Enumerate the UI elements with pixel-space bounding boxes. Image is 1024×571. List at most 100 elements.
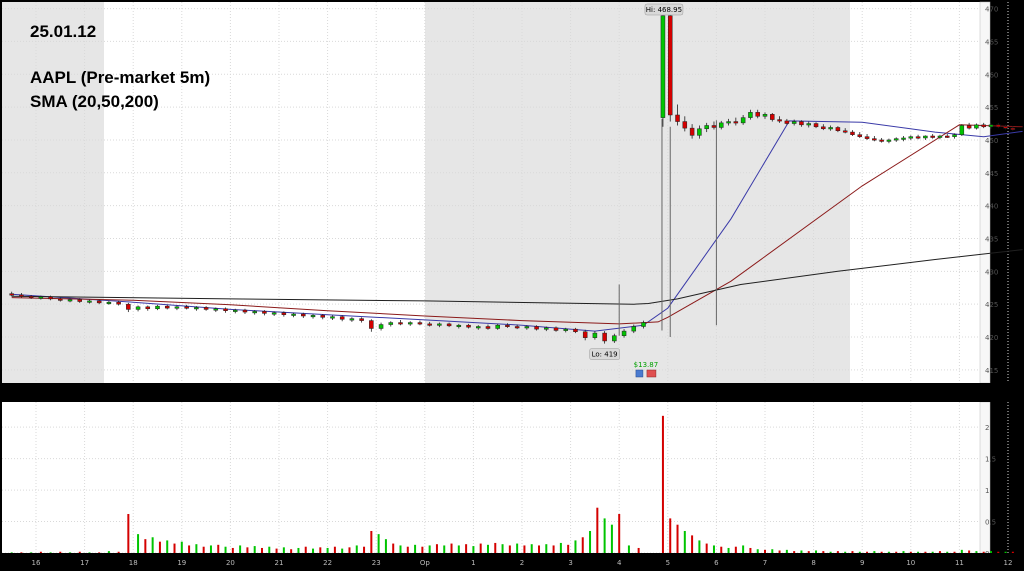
volume-bar <box>530 544 533 553</box>
volume-bar <box>166 540 169 553</box>
volume-bar <box>30 552 33 553</box>
volume-bar <box>304 546 307 553</box>
candle-body <box>842 130 848 133</box>
volume-bar <box>574 540 577 553</box>
volume-bar <box>144 539 147 553</box>
candle-body <box>38 296 44 299</box>
price-tick-label: 430 <box>985 268 998 276</box>
volume-bar <box>829 551 832 553</box>
candle-body <box>233 309 238 312</box>
volume-bar <box>465 544 468 553</box>
candle-body <box>417 322 423 325</box>
candle-body <box>388 322 394 325</box>
x-tick-label: 19 <box>177 559 186 567</box>
candle-body <box>446 323 452 327</box>
candle-body <box>784 120 790 124</box>
x-tick-label: 21 <box>275 559 284 567</box>
volume-bar <box>333 546 336 553</box>
candle-body <box>697 128 702 136</box>
candle-body <box>762 114 768 117</box>
volume-bar <box>421 546 424 553</box>
volume-bar <box>268 546 271 553</box>
candle <box>660 15 666 127</box>
volume-bar <box>771 549 774 553</box>
volume-bar <box>435 544 438 553</box>
volume-bar <box>479 543 482 553</box>
volume-tick-label: 1 <box>985 487 989 495</box>
volume-bar <box>749 547 752 553</box>
candle-body <box>476 326 481 329</box>
candle-body <box>242 309 248 313</box>
volume-bar <box>158 541 161 553</box>
volume-bar <box>637 547 640 553</box>
volume-bar <box>538 545 541 553</box>
candle-body <box>667 15 673 116</box>
candle-body <box>770 114 775 120</box>
volume-bar <box>822 551 825 553</box>
x-tick-label: 5 <box>666 559 670 567</box>
candle-body <box>886 139 892 142</box>
panel-gap <box>0 383 1024 390</box>
volume-bar <box>946 551 949 553</box>
volume-bar <box>909 551 912 553</box>
candle-body <box>612 335 617 342</box>
volume-bar <box>712 545 715 553</box>
volume-bar <box>815 550 818 553</box>
panel-divider <box>0 390 1024 402</box>
candle <box>667 15 673 122</box>
volume-bar <box>1011 551 1014 553</box>
candle-body <box>621 330 627 336</box>
candle-body <box>544 327 549 330</box>
volume-bar <box>406 546 409 553</box>
candle-body <box>184 306 189 309</box>
volume-bar <box>355 545 358 553</box>
price-tick-label: 440 <box>985 203 998 211</box>
high-callout: Hi: 468.95 <box>644 3 684 16</box>
volume-bar <box>457 545 460 553</box>
candle-body <box>893 138 899 141</box>
volume-bar <box>319 547 322 553</box>
volume-bar <box>968 550 971 553</box>
volume-bar <box>545 544 548 553</box>
volume-bar <box>202 546 205 553</box>
volume-bar <box>975 551 978 553</box>
volume-bar <box>363 546 366 553</box>
price-tick-label: 455 <box>985 104 998 112</box>
candle-body <box>777 119 782 122</box>
candle-body <box>437 323 442 326</box>
volume-bar <box>224 546 227 553</box>
volume-bar <box>341 548 344 553</box>
volume-bar <box>195 544 198 553</box>
volume-bar <box>188 545 191 553</box>
volume-bar <box>370 530 373 553</box>
price-tick-label: 435 <box>985 235 998 243</box>
candle-body <box>213 308 219 311</box>
x-axis-strip <box>0 553 1024 571</box>
candle-body <box>291 313 296 316</box>
volume-bar <box>858 551 861 553</box>
volume-panel-background <box>2 402 990 553</box>
candle-body <box>711 125 717 128</box>
volume-bar <box>851 551 854 553</box>
volume-bar <box>756 549 759 553</box>
session-band <box>2 2 104 383</box>
volume-bar <box>117 551 120 553</box>
volume-bar <box>989 551 992 553</box>
candle-body <box>959 125 965 135</box>
volume-bar <box>669 518 672 553</box>
volume-bar <box>887 551 890 553</box>
candle-body <box>514 326 520 329</box>
volume-bar <box>953 551 956 553</box>
low-callout: Lo: 419 <box>589 348 620 360</box>
x-tick-label: 11 <box>955 559 964 567</box>
candle-body <box>806 123 811 126</box>
volume-bar <box>69 552 72 553</box>
candle-body <box>799 121 804 126</box>
volume-tick-label: 2 <box>985 424 989 432</box>
volume-bar <box>231 547 234 553</box>
candle-body <box>915 136 921 139</box>
candle-body <box>660 15 666 118</box>
candle-body <box>908 136 914 139</box>
candle-body <box>116 301 121 305</box>
candle-body <box>945 135 950 138</box>
